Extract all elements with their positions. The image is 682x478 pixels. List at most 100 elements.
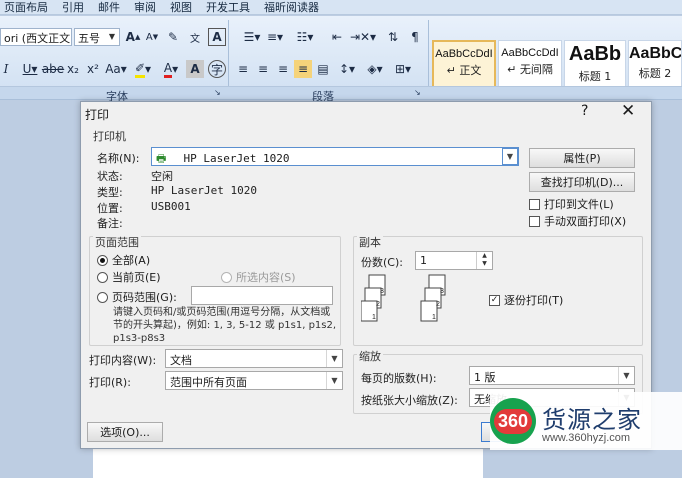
range-current-radio[interactable]: 当前页(E) [97,269,161,285]
phonetic-guide-icon[interactable]: 文 [186,28,204,46]
menu-developer[interactable]: 开发工具 [206,0,250,15]
copies-label: 份数(C): [361,256,403,269]
change-case-icon[interactable]: Aa▾ [104,60,128,78]
paragraph-mark-icon[interactable]: ¶ [406,28,424,46]
underline-icon[interactable]: U▾ [16,60,44,78]
shading-icon[interactable]: ◈▾ [362,60,388,78]
borders-icon[interactable]: ⊞▾ [390,60,416,78]
subscript-icon[interactable]: x₂ [64,60,82,78]
sort-icon[interactable]: ⇅ [384,28,402,46]
char-border-icon[interactable]: A [208,28,226,46]
shrink-font-icon[interactable]: A ▼ [144,28,160,46]
range-selection-radio: 所选内容(S) [221,269,296,285]
chinese-layout-icon[interactable]: ✕▾ [356,28,380,46]
menu-bar: 页面布局 引用 邮件 审阅 视图 开发工具 福昕阅读器 [0,0,682,15]
site-watermark: 360 货源之家 www.360hyzj.com [490,392,682,450]
site-logo: 360 [490,398,536,444]
enclose-char-icon[interactable]: 字 [208,60,226,78]
svg-text:3: 3 [380,288,384,295]
strikethrough-icon[interactable]: abe [42,60,64,78]
location-value: USB001 [151,200,191,213]
style-heading-2[interactable]: AaBbC 标题 2 [628,40,682,88]
print-to-file-checkbox[interactable]: 打印到文件(L) [529,196,614,212]
decrease-indent-icon[interactable]: ⇤ [328,28,346,46]
style-heading-1[interactable]: AaBb 标题 1 [564,40,626,88]
range-all-radio[interactable]: 全部(A) [97,252,150,268]
multilevel-list-icon[interactable]: ☷▾ [290,28,320,46]
dialog-title: 打印 [85,108,110,122]
char-shading-icon[interactable]: A [186,60,204,78]
scale-label: 按纸张大小缩放(Z): [361,394,458,407]
copies-title: 副本 [357,234,383,250]
distribute-icon[interactable]: ▤ [314,60,332,78]
svg-text:2: 2 [376,301,380,308]
options-button[interactable]: 选项(O)... [87,422,163,442]
italic-icon[interactable]: I [0,60,12,78]
svg-text:3: 3 [440,288,444,295]
manual-duplex-checkbox[interactable]: 手动双面打印(X) [529,213,626,229]
range-pages-radio[interactable]: 页码范围(G): [97,289,177,305]
copies-spinner[interactable]: ▲ ▼ [476,252,492,269]
printer-name-label: 名称(N): [97,152,140,165]
font-color-icon[interactable]: A ▾ [158,60,184,78]
menu-review[interactable]: 审阅 [134,0,156,15]
svg-text:2: 2 [436,301,440,308]
style-no-spacing[interactable]: AaBbCcDdI ↵ 无间隔 [498,40,562,88]
print-what-label: 打印内容(W): [89,354,157,367]
collate-pages-icon: 321 321 [361,274,446,322]
chevron-down-icon: ▼ [482,260,487,267]
dialog-launcher-icon[interactable]: ↘ [214,88,221,97]
chevron-down-icon: ▼ [108,32,116,41]
ribbon-group-labels: 字体 ↘ 段落 ↘ [0,86,682,103]
site-url: www.360hyzj.com [542,432,631,444]
clear-format-icon[interactable]: ✎ [164,28,182,46]
chevron-down-icon: ▼ [502,148,518,165]
pages-per-sheet-label: 每页的版数(H): [361,372,437,385]
type-value: HP LaserJet 1020 [151,184,257,197]
status-label: 状态: [97,170,123,183]
find-printer-button[interactable]: 查找打印机(D)... [529,172,635,192]
font-name-combo[interactable]: ori (西文正文 - [0,28,72,46]
chevron-down-icon: ▼ [618,367,634,384]
svg-text:1: 1 [432,314,436,321]
menu-page-layout[interactable]: 页面布局 [4,0,48,15]
grow-font-icon[interactable]: A ▲ [124,28,142,46]
chevron-up-icon: ▲ [482,252,487,259]
printer-name-select[interactable]: 🖶 HP LaserJet 1020 ▼ [151,147,519,166]
font-size-combo[interactable]: 五号 ▼ [74,28,120,46]
menu-view[interactable]: 视图 [170,0,192,15]
line-spacing-icon[interactable]: ↕▾ [334,60,360,78]
justify-icon[interactable]: ≡ [294,60,312,78]
highlight-icon[interactable]: ✐ ▾ [130,60,156,78]
print-label: 打印(R): [89,376,131,389]
align-right-icon[interactable]: ≡ [274,60,292,78]
pages-per-sheet-select[interactable]: 1 版 ▼ [469,366,635,385]
print-select[interactable]: 范围中所有页面 ▼ [165,371,343,390]
menu-references[interactable]: 引用 [62,0,84,15]
close-icon[interactable]: ✕ [621,101,635,121]
ribbon: ori (西文正文 - 五号 ▼ A ▲ A ▼ ✎ 文 A ☰▾ ≡▾ ☷▾ ⇤ ⇥… [0,16,682,88]
svg-text:1: 1 [372,314,376,321]
location-label: 位置: [97,202,123,215]
style-normal[interactable]: AaBbCcDdI ↵ 正文 [432,40,496,88]
page-range-input[interactable] [191,286,333,305]
superscript-icon[interactable]: x² [84,60,102,78]
print-what-select[interactable]: 文档 ▼ [165,349,343,368]
printer-icon: 🖶 [156,152,167,165]
site-name: 货源之家 [542,406,642,434]
collate-checkbox[interactable]: ✓ 逐份打印(T) [489,292,563,308]
menu-mailings[interactable]: 邮件 [98,0,120,15]
page-range-hint: 请键入页码和/或页码范围(用逗号分隔，从文档或节的开头算起)，例如: 1, 3,… [113,307,337,344]
menu-foxit-reader[interactable]: 福昕阅读器 [264,0,319,15]
properties-button[interactable]: 属性(P) [529,148,635,168]
comment-label: 备注: [97,217,123,230]
align-left-icon[interactable]: ≡ [234,60,252,78]
numbering-icon[interactable]: ≡▾ [262,28,288,46]
help-icon[interactable]: ? [581,103,588,119]
status-value: 空闲 [151,170,173,183]
chevron-down-icon: ▼ [326,372,342,389]
page-range-title: 页面范围 [93,234,141,250]
copies-input[interactable]: 1 ▲ ▼ [415,251,493,270]
align-center-icon[interactable]: ≡ [254,60,272,78]
dialog-launcher-icon[interactable]: ↘ [414,88,421,97]
